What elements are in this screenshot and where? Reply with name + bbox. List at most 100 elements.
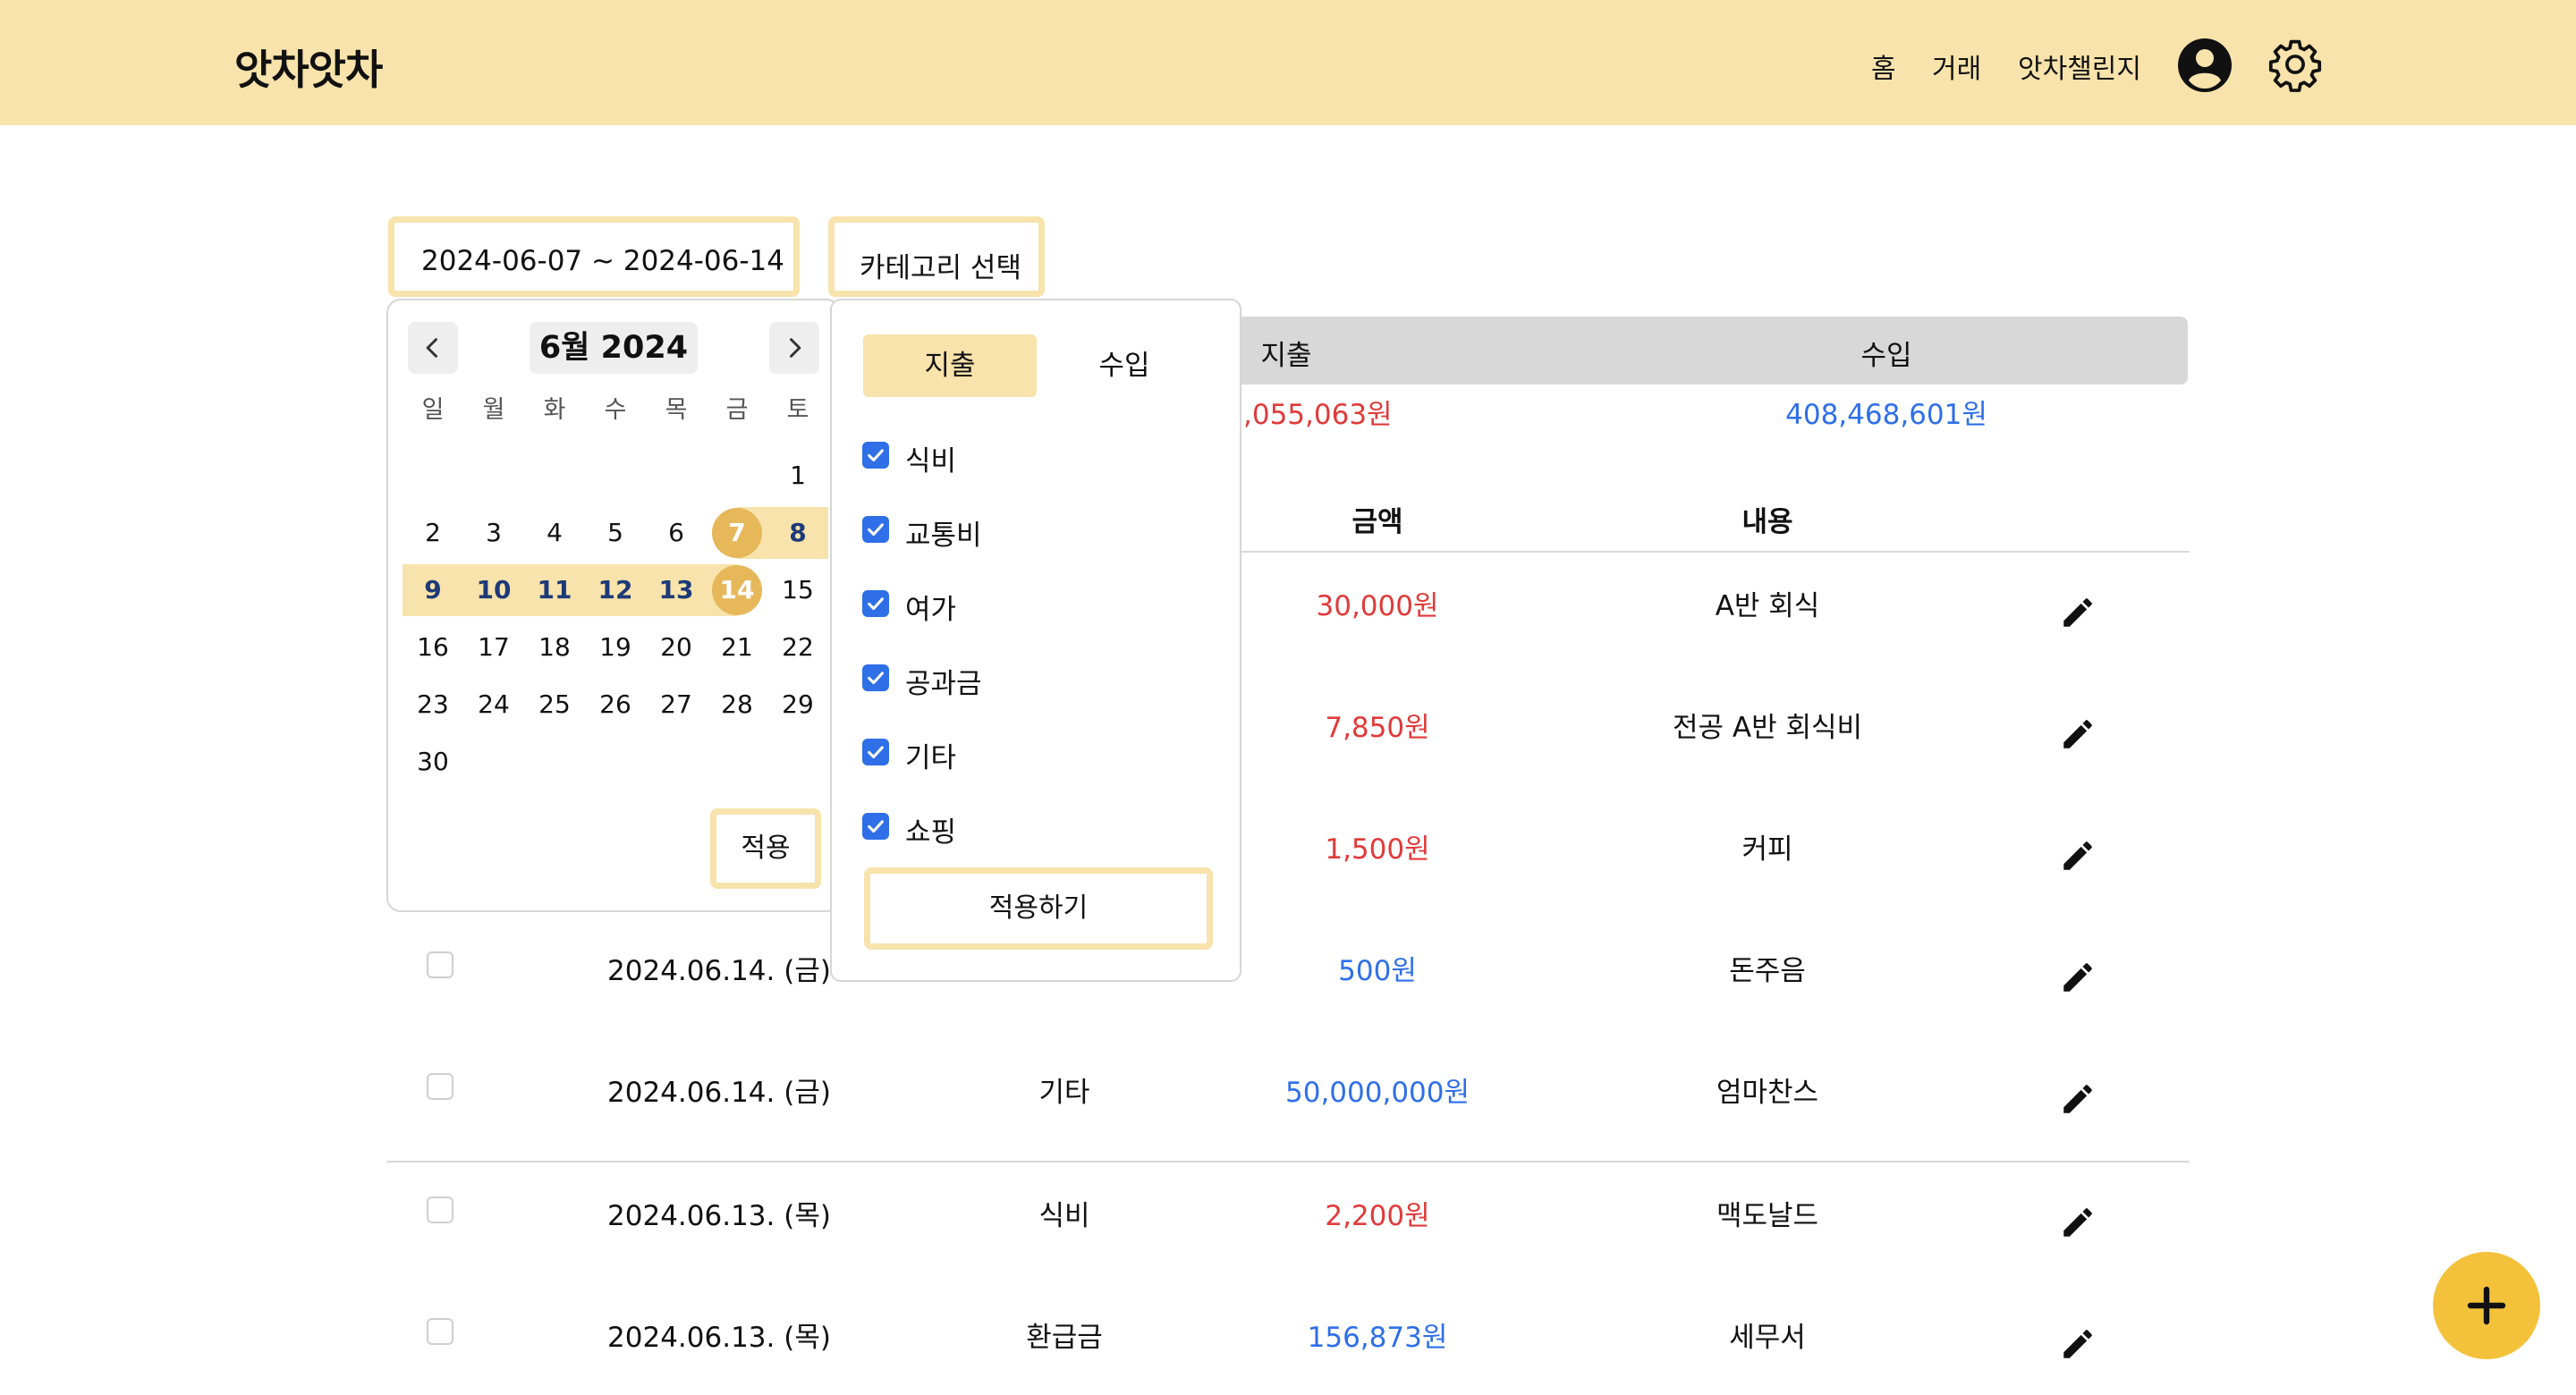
checkbox-checked[interactable] [862,664,889,691]
calendar-day[interactable]: 24 [463,676,524,733]
calendar-day[interactable]: 18 [524,619,585,676]
column-header-amount: 금액 [1352,506,1403,538]
summary-expense-value: ,055,063원 [1243,399,1393,431]
row-content: 맥도날드 [1716,1200,1819,1232]
column-header-content: 내용 [1741,506,1793,538]
pencil-icon[interactable] [2059,1325,2097,1363]
calendar-day[interactable]: 28 [707,676,767,733]
calendar-day[interactable]: 23 [402,676,463,733]
check-icon [868,523,884,537]
category-apply-button[interactable]: 적용하기 [864,867,1213,950]
calendar-day[interactable]: 10 [463,562,524,619]
pencil-icon[interactable] [2059,1204,2097,1241]
gear-icon[interactable] [2267,36,2324,93]
weekday-label: 화 [543,396,566,424]
calendar-day[interactable]: 29 [767,676,828,733]
calendar-day[interactable]: 6 [646,504,707,562]
calendar-day[interactable]: 2 [402,504,463,562]
next-month-button[interactable] [769,322,819,374]
row-amount: 156,873원 [1307,1322,1448,1354]
row-amount: 2,200원 [1325,1200,1430,1232]
row-amount: 1,500원 [1325,833,1430,866]
row-amount: 7,850원 [1325,712,1430,744]
calendar-day[interactable]: 16 [402,619,463,676]
category-select-button[interactable]: 카테고리 선택 [828,216,1045,297]
pencil-icon[interactable] [2059,715,2097,753]
selected-day-marker: 7 [712,508,762,558]
calendar-day[interactable]: 3 [463,504,524,562]
calendar-day[interactable]: 8 [767,504,828,562]
checkbox-checked[interactable] [862,813,889,840]
calendar-day[interactable]: 7 [707,504,767,562]
calendar-month-title[interactable]: 6월 2024 [530,322,698,374]
row-content: 엄마찬스 [1716,1077,1819,1109]
calendar-day[interactable]: 14 [707,562,767,619]
calendar-day[interactable]: 20 [646,619,707,676]
calendar-day[interactable]: 5 [585,504,646,562]
calendar-day[interactable]: 30 [402,733,463,790]
summary-header-bar [1234,317,2188,385]
calendar-day[interactable]: 4 [524,504,585,562]
app-logo[interactable]: 앗차앗차 [234,38,383,97]
user-circle-icon[interactable] [2177,38,2233,93]
calendar-day[interactable]: 9 [402,562,463,619]
row-content: 커피 [1741,833,1793,866]
calendar-day[interactable]: 15 [767,562,828,619]
calendar-day[interactable]: 26 [585,676,646,733]
row-date: 2024.06.14. (금) [607,955,831,987]
row-content: 전공 A반 회식비 [1672,712,1863,744]
calendar-apply-button[interactable]: 적용 [710,808,821,889]
prev-month-button[interactable] [408,322,458,374]
checkbox-checked[interactable] [862,442,889,469]
row-content: A반 회식 [1715,590,1820,622]
checkbox-checked[interactable] [862,590,889,617]
calendar-day[interactable]: 19 [585,619,646,676]
nav-home[interactable]: 홈 [1871,46,1896,86]
weekday-label: 금 [725,396,749,424]
row-category: 식비 [1038,1200,1090,1232]
row-checkbox[interactable] [427,1318,453,1345]
row-checkbox[interactable] [427,951,453,978]
category-option-label: 여가 [905,594,957,626]
pencil-icon[interactable] [2059,594,2097,631]
row-date: 2024.06.13. (목) [607,1200,831,1232]
nav-challenge[interactable]: 앗차챌린지 [2018,46,2141,86]
calendar-day[interactable]: 22 [767,619,828,676]
calendar-day[interactable]: 21 [707,619,767,676]
weekday-label: 수 [604,396,627,424]
check-icon [868,746,884,759]
checkbox-checked[interactable] [862,739,889,765]
calendar-day[interactable]: 13 [646,562,707,619]
calendar-day[interactable]: 25 [524,676,585,733]
check-icon [868,597,884,611]
calendar-day[interactable]: 27 [646,676,707,733]
calendar-day[interactable]: 11 [524,562,585,619]
row-amount: 500원 [1338,955,1417,987]
weekday-label: 월 [482,396,505,424]
plus-icon [2467,1286,2506,1325]
weekday-label: 목 [665,396,688,424]
row-date: 2024.06.13. (목) [607,1322,831,1354]
tab-income[interactable]: 수입 [1038,334,1211,397]
tab-expense[interactable]: 지출 [863,334,1037,397]
calendar-day[interactable]: 17 [463,619,524,676]
add-transaction-button[interactable] [2433,1252,2540,1359]
pencil-icon[interactable] [2059,837,2097,875]
row-date: 2024.06.14. (금) [607,1077,831,1109]
row-checkbox[interactable] [427,1073,453,1100]
weekday-label: 토 [786,396,809,424]
selected-day-marker: 14 [712,565,762,615]
category-option-label: 기타 [905,742,957,774]
pencil-icon[interactable] [2059,959,2097,996]
row-amount: 50,000,000원 [1284,1077,1470,1109]
date-range-button[interactable]: 2024-06-07 ~ 2024-06-14 [388,216,800,297]
checkbox-checked[interactable] [862,516,889,543]
row-checkbox[interactable] [427,1196,453,1223]
nav-transactions[interactable]: 거래 [1932,46,1981,86]
pencil-icon[interactable] [2059,1080,2097,1118]
category-option-label: 공과금 [905,668,982,700]
calendar-day[interactable]: 12 [585,562,646,619]
category-option-label: 교통비 [905,520,982,552]
category-filter-popup: 지출 수입 식비 교통비 여가 공과금 기타 쇼핑 적용하기 [830,299,1241,982]
calendar-day[interactable]: 1 [767,447,828,504]
